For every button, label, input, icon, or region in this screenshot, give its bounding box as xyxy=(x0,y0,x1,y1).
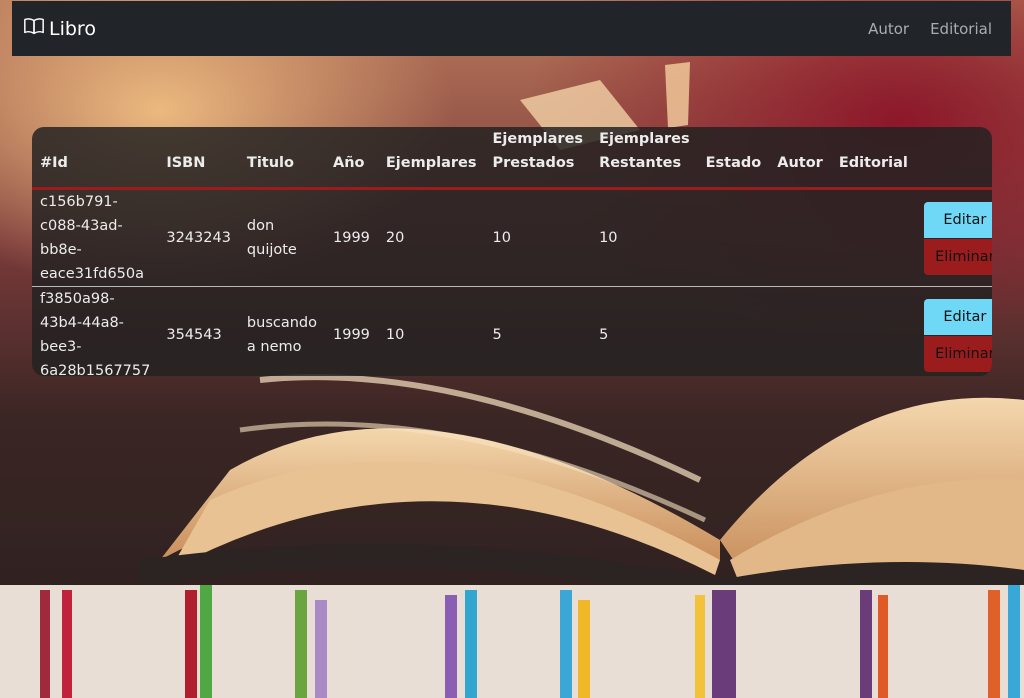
cell-editorial xyxy=(830,188,916,287)
delete-button[interactable]: Eliminar xyxy=(923,238,992,275)
cell-titulo: buscando a nemo xyxy=(246,315,317,355)
cell-actions: Editar Eliminar xyxy=(916,287,992,377)
cell-restantes: 10 xyxy=(591,188,698,287)
cell-isbn: 354543 xyxy=(166,327,222,343)
header-autor: Autor xyxy=(769,127,831,190)
row-actions: Editar Eliminar xyxy=(923,201,992,275)
header-estado: Estado xyxy=(697,127,770,190)
table-row: f3850a98-43b4-44a8-bee3-6a28b1567757 354… xyxy=(32,287,992,377)
cell-prestados: 5 xyxy=(492,327,502,343)
cell-isbn: 3243243 xyxy=(158,188,239,287)
cell-actions: Editar Eliminar xyxy=(915,188,992,287)
nav-links: Autor Editorial xyxy=(868,1,992,56)
header-id: #Id xyxy=(32,127,159,190)
row-actions: Editar Eliminar xyxy=(923,298,992,372)
cell-prestados: 10 xyxy=(484,188,592,287)
header-editorial: Editorial xyxy=(830,127,916,190)
brand-label: Libro xyxy=(49,17,96,40)
delete-button[interactable]: Eliminar xyxy=(923,335,992,372)
cell-titulo: don quijote xyxy=(238,188,325,287)
header-isbn: ISBN xyxy=(158,127,239,190)
nav-link-autor[interactable]: Autor xyxy=(868,20,909,38)
cell-estado xyxy=(698,287,770,377)
header-ejemplares-prestados: Ejemplares Prestados xyxy=(484,127,592,190)
table-row: c156b791-c088-43ad-bb8e-eace31fd650a 324… xyxy=(32,188,992,287)
header-titulo: Titulo xyxy=(238,127,325,190)
header-ejemplares: Ejemplares xyxy=(377,127,485,190)
nav-link-editorial[interactable]: Editorial xyxy=(930,20,992,38)
cell-id: c156b791-c088-43ad-bb8e-eace31fd650a xyxy=(32,188,159,287)
cell-ejemplares: 20 xyxy=(377,188,485,287)
edit-button[interactable]: Editar xyxy=(923,201,992,238)
edit-button[interactable]: Editar xyxy=(923,298,992,335)
cell-ejemplares: 10 xyxy=(385,327,405,343)
cell-autor xyxy=(769,287,831,377)
navbar: Libro Autor Editorial xyxy=(12,1,1011,56)
table-header-row: #Id ISBN Titulo Año Ejemplares Ejemplare… xyxy=(32,127,992,190)
cell-restantes: 5 xyxy=(599,327,609,343)
cell-id: f3850a98-43b4-44a8-bee3-6a28b1567757 xyxy=(40,291,151,376)
header-actions xyxy=(915,127,992,190)
cell-autor xyxy=(769,188,831,287)
brand-link[interactable]: Libro xyxy=(23,1,96,56)
header-ejemplares-restantes: Ejemplares Restantes xyxy=(591,127,698,190)
open-book-icon xyxy=(23,15,45,42)
books-table: #Id ISBN Titulo Año Ejemplares Ejemplare… xyxy=(32,127,992,376)
cell-editorial xyxy=(831,287,916,377)
cell-anio: 1999 xyxy=(333,327,370,343)
books-table-container: #Id ISBN Titulo Año Ejemplares Ejemplare… xyxy=(32,127,992,376)
cell-estado xyxy=(697,188,770,287)
header-anio: Año xyxy=(325,127,378,190)
cell-anio: 1999 xyxy=(325,188,378,287)
